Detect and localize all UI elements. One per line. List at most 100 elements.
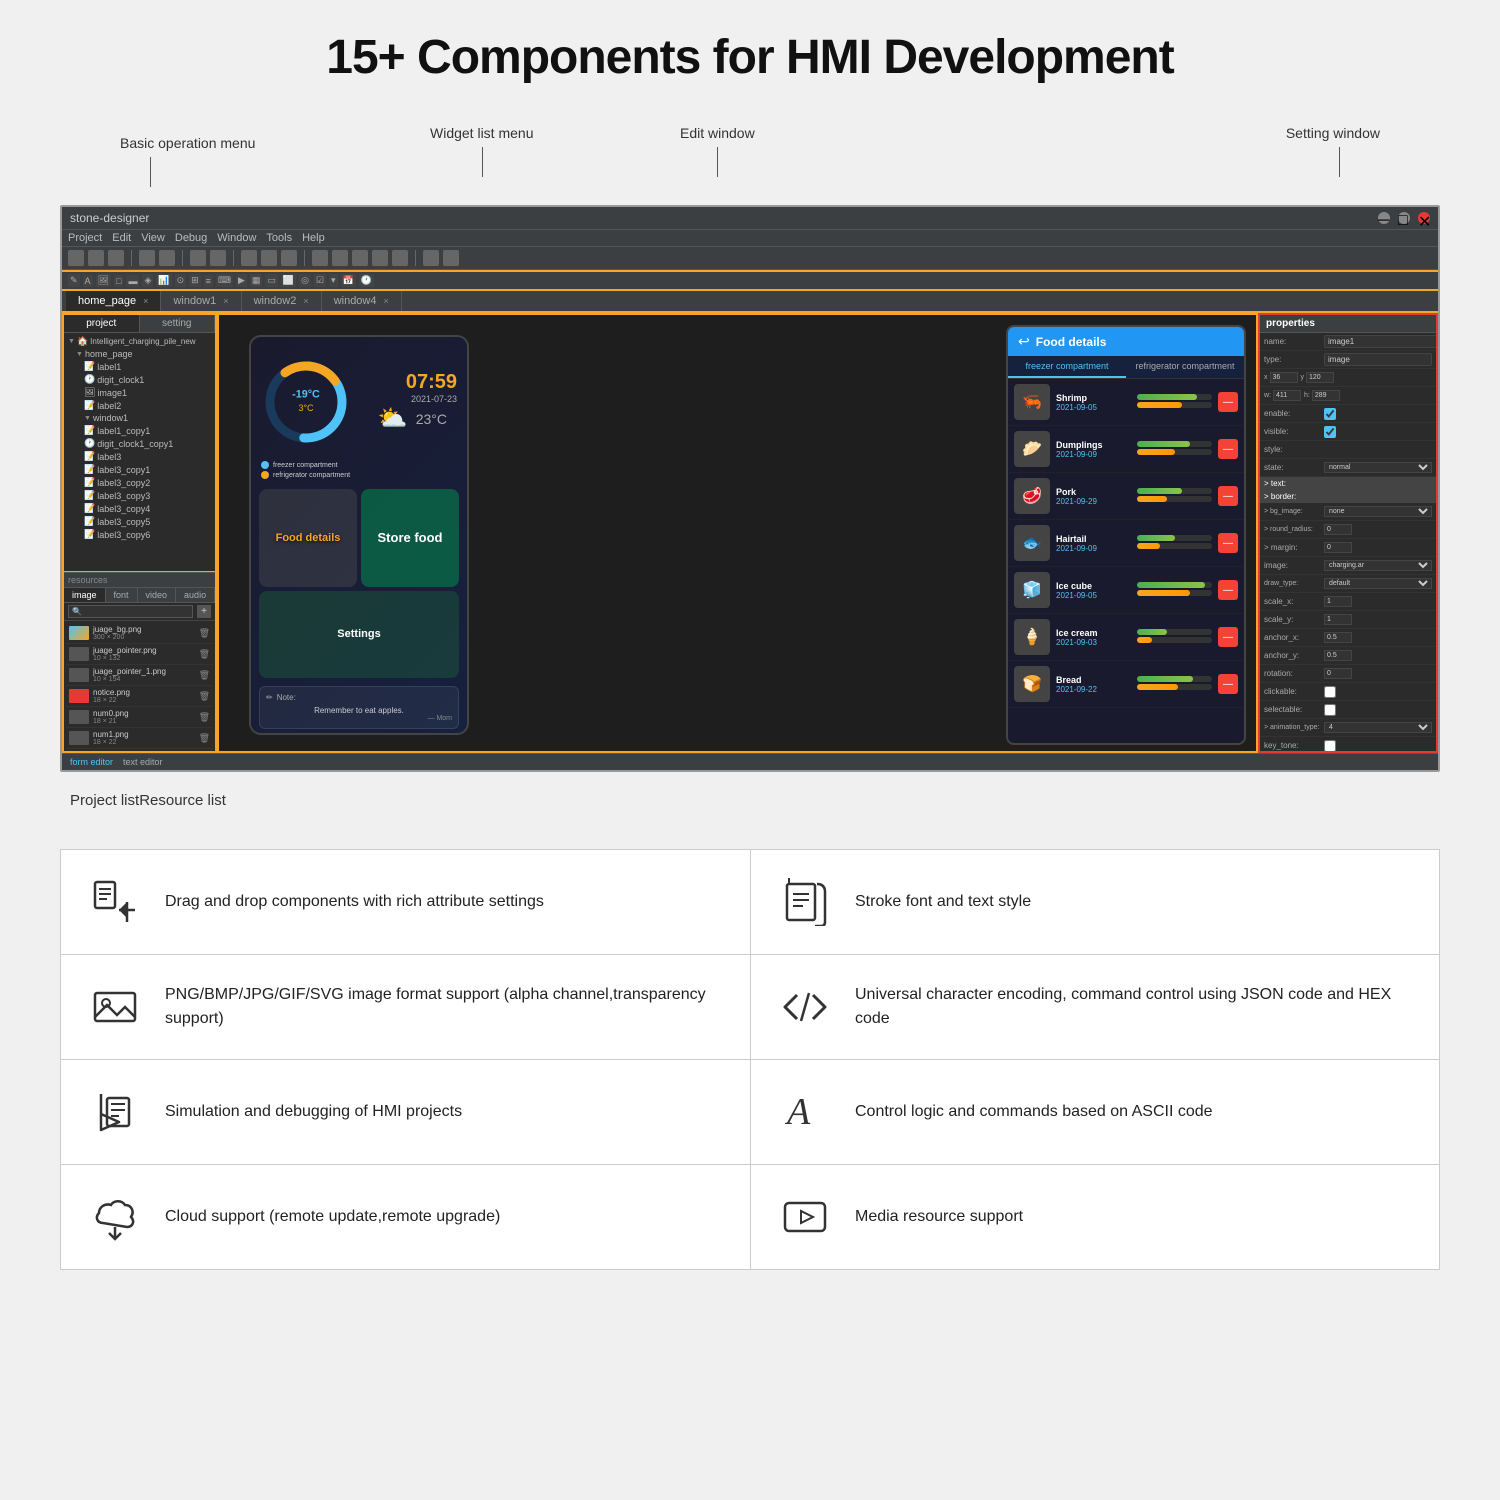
delete-resource-btn[interactable]: 🗑 xyxy=(199,670,210,681)
freezer-tab[interactable]: freezer compartment xyxy=(1008,356,1126,378)
fridge-tab[interactable]: refrigerator compartment xyxy=(1126,356,1244,378)
back-btn[interactable]: ↩ xyxy=(1018,333,1030,350)
anchor-y-input[interactable] xyxy=(1324,650,1352,661)
widget-radio[interactable]: ◎ xyxy=(299,274,311,287)
scale-y-input[interactable] xyxy=(1324,614,1352,625)
margin-input[interactable] xyxy=(1324,542,1352,553)
tool-redo[interactable] xyxy=(159,250,175,266)
tab-window2[interactable]: window2 × xyxy=(242,291,322,311)
widget-image[interactable]: 🖼 xyxy=(96,274,111,287)
delete-resource-btn[interactable]: 🗑 xyxy=(199,712,210,723)
tool-play[interactable] xyxy=(190,250,206,266)
tool-fit[interactable] xyxy=(281,250,297,266)
widget-button[interactable]: □ xyxy=(114,275,123,287)
tool-settings[interactable] xyxy=(443,250,459,266)
food-delete-btn[interactable]: — xyxy=(1218,580,1238,600)
close-btn[interactable]: ✕ xyxy=(1418,212,1430,224)
widget-list[interactable]: ≡ xyxy=(204,275,213,287)
food-delete-btn[interactable]: — xyxy=(1218,627,1238,647)
animation-type-select[interactable]: 4 xyxy=(1324,722,1432,733)
widget-video[interactable]: ▶ xyxy=(236,274,247,287)
tree-digit-copy1[interactable]: 🕐digit_clock1_copy1 xyxy=(64,437,215,450)
image-select[interactable]: charging.ar xyxy=(1324,560,1432,571)
prop-name-input[interactable] xyxy=(1324,335,1438,348)
tree-label3[interactable]: 📝label3 xyxy=(64,450,215,463)
tool-open[interactable] xyxy=(88,250,104,266)
h-input[interactable] xyxy=(1312,390,1340,401)
delete-resource-btn[interactable]: 🗑 xyxy=(199,733,210,744)
widget-label[interactable]: A xyxy=(83,275,93,287)
anchor-x-input[interactable] xyxy=(1324,632,1352,643)
food-delete-btn[interactable]: — xyxy=(1218,392,1238,412)
food-delete-btn[interactable]: — xyxy=(1218,674,1238,694)
menu-tools[interactable]: Tools xyxy=(266,232,292,244)
food-delete-btn[interactable]: — xyxy=(1218,533,1238,553)
food-delete-btn[interactable]: — xyxy=(1218,439,1238,459)
w-input[interactable] xyxy=(1273,390,1301,401)
widget-btn[interactable]: ✎ xyxy=(68,274,80,287)
tool-align-center[interactable] xyxy=(332,250,348,266)
panel-tab-project[interactable]: project xyxy=(64,315,140,332)
round-radius-input[interactable] xyxy=(1324,524,1352,535)
add-resource-btn[interactable]: + xyxy=(197,605,211,618)
scale-x-input[interactable] xyxy=(1324,596,1352,607)
tree-label3-copy2[interactable]: 📝label3_copy2 xyxy=(64,476,215,489)
menu-project[interactable]: Project xyxy=(68,232,102,244)
widget-table[interactable]: ⊞ xyxy=(189,274,201,287)
tool-zoom-in[interactable] xyxy=(241,250,257,266)
widget-gauge[interactable]: ⊙ xyxy=(175,274,187,287)
widget-checkbox[interactable]: ☑ xyxy=(314,274,326,287)
tool-align-bottom[interactable] xyxy=(392,250,408,266)
tab-home-page[interactable]: home_page × xyxy=(66,291,161,311)
widget-slider[interactable]: ◈ xyxy=(142,274,153,287)
tool-save[interactable] xyxy=(108,250,124,266)
widget-qr[interactable]: ▦ xyxy=(250,274,263,287)
maximize-btn[interactable]: □ xyxy=(1398,212,1410,224)
panel-tab-setting[interactable]: setting xyxy=(140,315,216,332)
menu-debug[interactable]: Debug xyxy=(175,232,207,244)
tree-label3-copy4[interactable]: 📝label3_copy4 xyxy=(64,502,215,515)
widget-dropdown[interactable]: ▾ xyxy=(329,274,338,287)
tool-align-right[interactable] xyxy=(352,250,368,266)
widget-switch[interactable]: ⬜ xyxy=(281,274,296,287)
tree-label3-copy6[interactable]: 📝label3_copy6 xyxy=(64,528,215,541)
food-delete-btn[interactable]: — xyxy=(1218,486,1238,506)
bottom-tab-text[interactable]: text editor xyxy=(123,757,163,767)
food-details-btn[interactable]: Food details xyxy=(259,489,357,587)
settings-btn[interactable]: Settings xyxy=(259,591,459,679)
draw-type-select[interactable]: default xyxy=(1324,578,1432,589)
keytone-checkbox[interactable] xyxy=(1324,740,1336,752)
tool-undo[interactable] xyxy=(139,250,155,266)
tool-new[interactable] xyxy=(68,250,84,266)
widget-progress[interactable]: ▬ xyxy=(126,275,139,287)
widget-chart[interactable]: 📊 xyxy=(156,274,171,287)
delete-resource-btn[interactable]: 🗑 xyxy=(199,691,210,702)
bg-image-select[interactable]: none xyxy=(1324,506,1432,517)
widget-keyboard[interactable]: ⌨ xyxy=(216,274,233,287)
tab-window1[interactable]: window1 × xyxy=(161,291,241,311)
resource-search[interactable] xyxy=(68,605,193,618)
menu-edit[interactable]: Edit xyxy=(112,232,131,244)
selectable-checkbox[interactable] xyxy=(1324,704,1336,716)
tab-window4[interactable]: window4 × xyxy=(322,291,402,311)
res-tab-video[interactable]: video xyxy=(138,588,177,602)
tool-build[interactable] xyxy=(423,250,439,266)
tool-zoom-out[interactable] xyxy=(261,250,277,266)
res-tab-audio[interactable]: audio xyxy=(176,588,215,602)
tree-digit-clock1[interactable]: 🕐digit_clock1 xyxy=(64,373,215,386)
tree-home-page[interactable]: ▼ home_page xyxy=(64,348,215,360)
tree-label1-copy1[interactable]: 📝label1_copy1 xyxy=(64,424,215,437)
store-food-btn[interactable]: Store food xyxy=(361,489,459,587)
delete-resource-btn[interactable]: 🗑 xyxy=(199,649,210,660)
tree-label3-copy1[interactable]: 📝label3_copy1 xyxy=(64,463,215,476)
menu-view[interactable]: View xyxy=(141,232,165,244)
tree-label2[interactable]: 📝label2 xyxy=(64,399,215,412)
enable-checkbox[interactable] xyxy=(1324,408,1336,420)
tree-window1[interactable]: ▼window1 xyxy=(64,412,215,424)
state-select[interactable]: normal xyxy=(1324,462,1432,473)
res-tab-image[interactable]: image xyxy=(64,588,106,602)
tool-stop[interactable] xyxy=(210,250,226,266)
tree-label3-copy5[interactable]: 📝label3_copy5 xyxy=(64,515,215,528)
rotation-input[interactable] xyxy=(1324,668,1352,679)
visible-checkbox[interactable] xyxy=(1324,426,1336,438)
